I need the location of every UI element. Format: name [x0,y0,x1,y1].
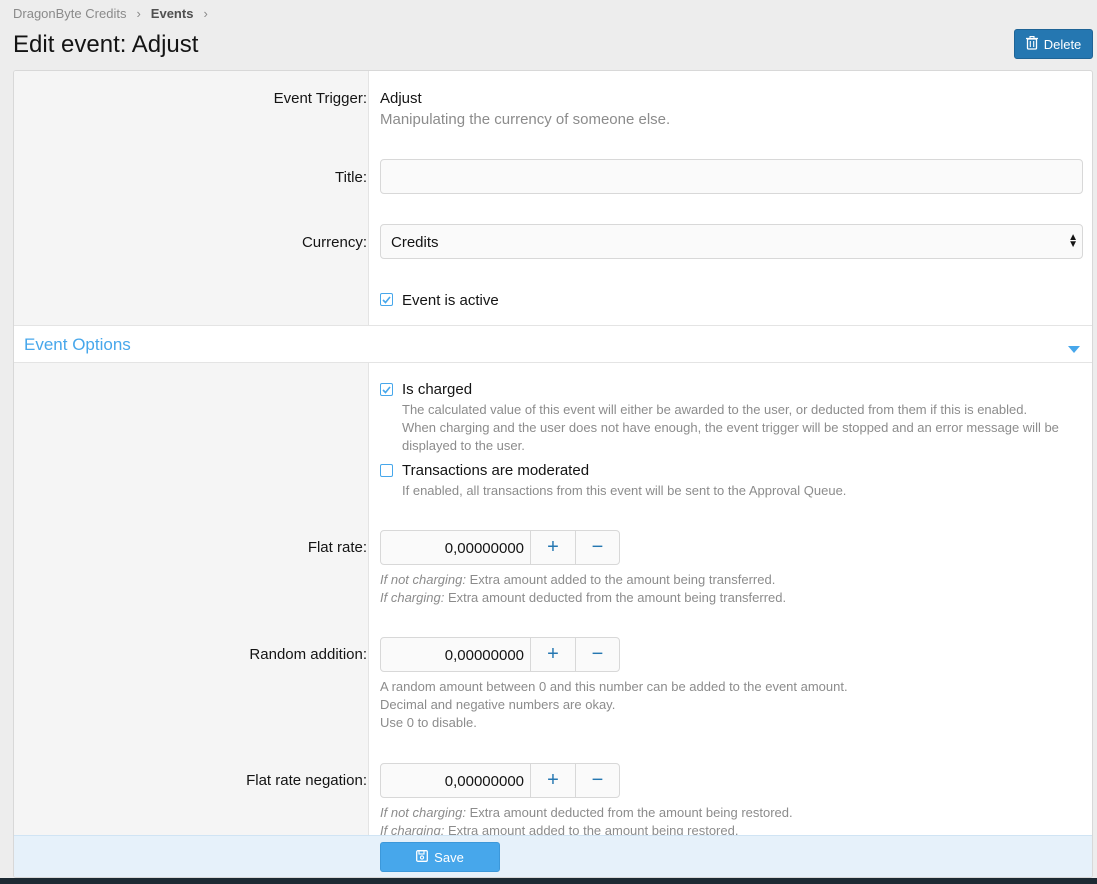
negation-hint1-emphasis: If not charging: [380,805,466,820]
event-active-checkbox[interactable] [380,293,393,306]
random-addition-hint: A random amount between 0 and this numbe… [380,678,848,732]
random-addition-input[interactable]: 0,00000000 [381,638,531,671]
caret-down-icon[interactable] [1068,340,1080,358]
check-icon [382,295,391,304]
is-charged-hint: The calculated value of this event will … [402,401,1059,455]
random-addition-decrement-button[interactable]: − [575,638,619,671]
flat-rate-hint1-text: Extra amount added to the amount being t… [466,572,776,587]
flat-rate-hint1-emphasis: If not charging: [380,572,466,587]
flat-rate-hint: If not charging: Extra amount added to t… [380,571,786,607]
form-footer: Save [14,835,1092,877]
edit-event-form: Event Trigger: Adjust Manipulating the c… [13,70,1093,878]
flat-rate-negation-input[interactable]: 0,00000000 [381,764,531,797]
delete-button-label: Delete [1043,36,1082,52]
check-icon [382,385,391,394]
trash-icon [1025,35,1038,53]
transactions-moderated-row: Transactions are moderated If enabled, a… [380,462,846,500]
flat-rate-stepper: 0,00000000 + − [380,530,620,565]
flat-rate-increment-button[interactable]: + [531,531,575,564]
delete-button[interactable]: Delete [1014,29,1093,59]
random-addition-label: Random addition: [249,646,367,663]
transactions-moderated-checkbox[interactable] [380,464,393,477]
transactions-moderated-label[interactable]: Transactions are moderated [402,462,846,479]
flat-rate-hint2-text: Extra amount deducted from the amount be… [444,590,787,605]
negation-hint1-text: Extra amount deducted from the amount be… [466,805,793,820]
random-addition-hint-line2: Decimal and negative numbers are okay. [380,697,616,712]
event-trigger-description: Manipulating the currency of someone els… [380,111,671,128]
floppy-disk-icon [416,849,429,865]
flat-rate-negation-stepper: 0,00000000 + − [380,763,620,798]
event-active-row: Event is active [380,292,499,309]
random-addition-hint-line3: Use 0 to disable. [380,715,477,730]
random-addition-increment-button[interactable]: + [531,638,575,671]
random-addition-hint-line1: A random amount between 0 and this numbe… [380,679,848,694]
label-column [14,71,369,877]
breadcrumb-item-dragonbyte-credits[interactable]: DragonByte Credits [13,6,126,21]
is-charged-checkbox[interactable] [380,383,393,396]
transactions-moderated-hint: If enabled, all transactions from this e… [402,483,847,498]
select-arrows-icon: ▲ ▼ [1068,232,1078,250]
flat-rate-negation-label: Flat rate negation: [246,772,367,789]
flat-rate-hint2-emphasis: If charging: [380,590,445,605]
chevron-right-icon: › [136,6,141,21]
title-input[interactable] [380,159,1083,194]
currency-selected-value: Credits [391,234,439,251]
flat-rate-negation-decrement-button[interactable]: − [575,764,619,797]
currency-select[interactable]: Credits ▲ ▼ [380,224,1083,259]
is-charged-hint-line3: displayed to the user. [402,438,525,453]
title-label: Title: [335,169,367,186]
breadcrumb-item-events[interactable]: Events [151,6,194,21]
breadcrumb: DragonByte Credits › Events › [13,6,212,21]
window-bottom-bar [0,878,1097,884]
chevron-right-icon: › [203,6,208,21]
is-charged-hint-line2: When charging and the user does not have… [402,420,1059,435]
flat-rate-negation-increment-button[interactable]: + [531,764,575,797]
page-title: Edit event: Adjust [13,31,199,58]
is-charged-hint-line1: The calculated value of this event will … [402,402,1028,417]
event-options-title: Event Options [24,335,131,354]
event-active-label[interactable]: Event is active [402,292,499,309]
is-charged-label[interactable]: Is charged [402,381,1059,398]
event-trigger-value: Adjust Manipulating the currency of some… [380,90,670,128]
flat-rate-decrement-button[interactable]: − [575,531,619,564]
is-charged-row: Is charged The calculated value of this … [380,381,1059,455]
flat-rate-input[interactable]: 0,00000000 [381,531,531,564]
flat-rate-label: Flat rate: [307,539,367,556]
save-button[interactable]: Save [380,842,500,872]
event-trigger-name: Adjust [380,90,422,107]
random-addition-stepper: 0,00000000 + − [380,637,620,672]
save-button-label: Save [434,849,464,865]
event-options-header[interactable]: Event Options [14,325,1092,363]
currency-label: Currency: [301,234,367,251]
event-trigger-label: Event Trigger: [273,90,367,107]
